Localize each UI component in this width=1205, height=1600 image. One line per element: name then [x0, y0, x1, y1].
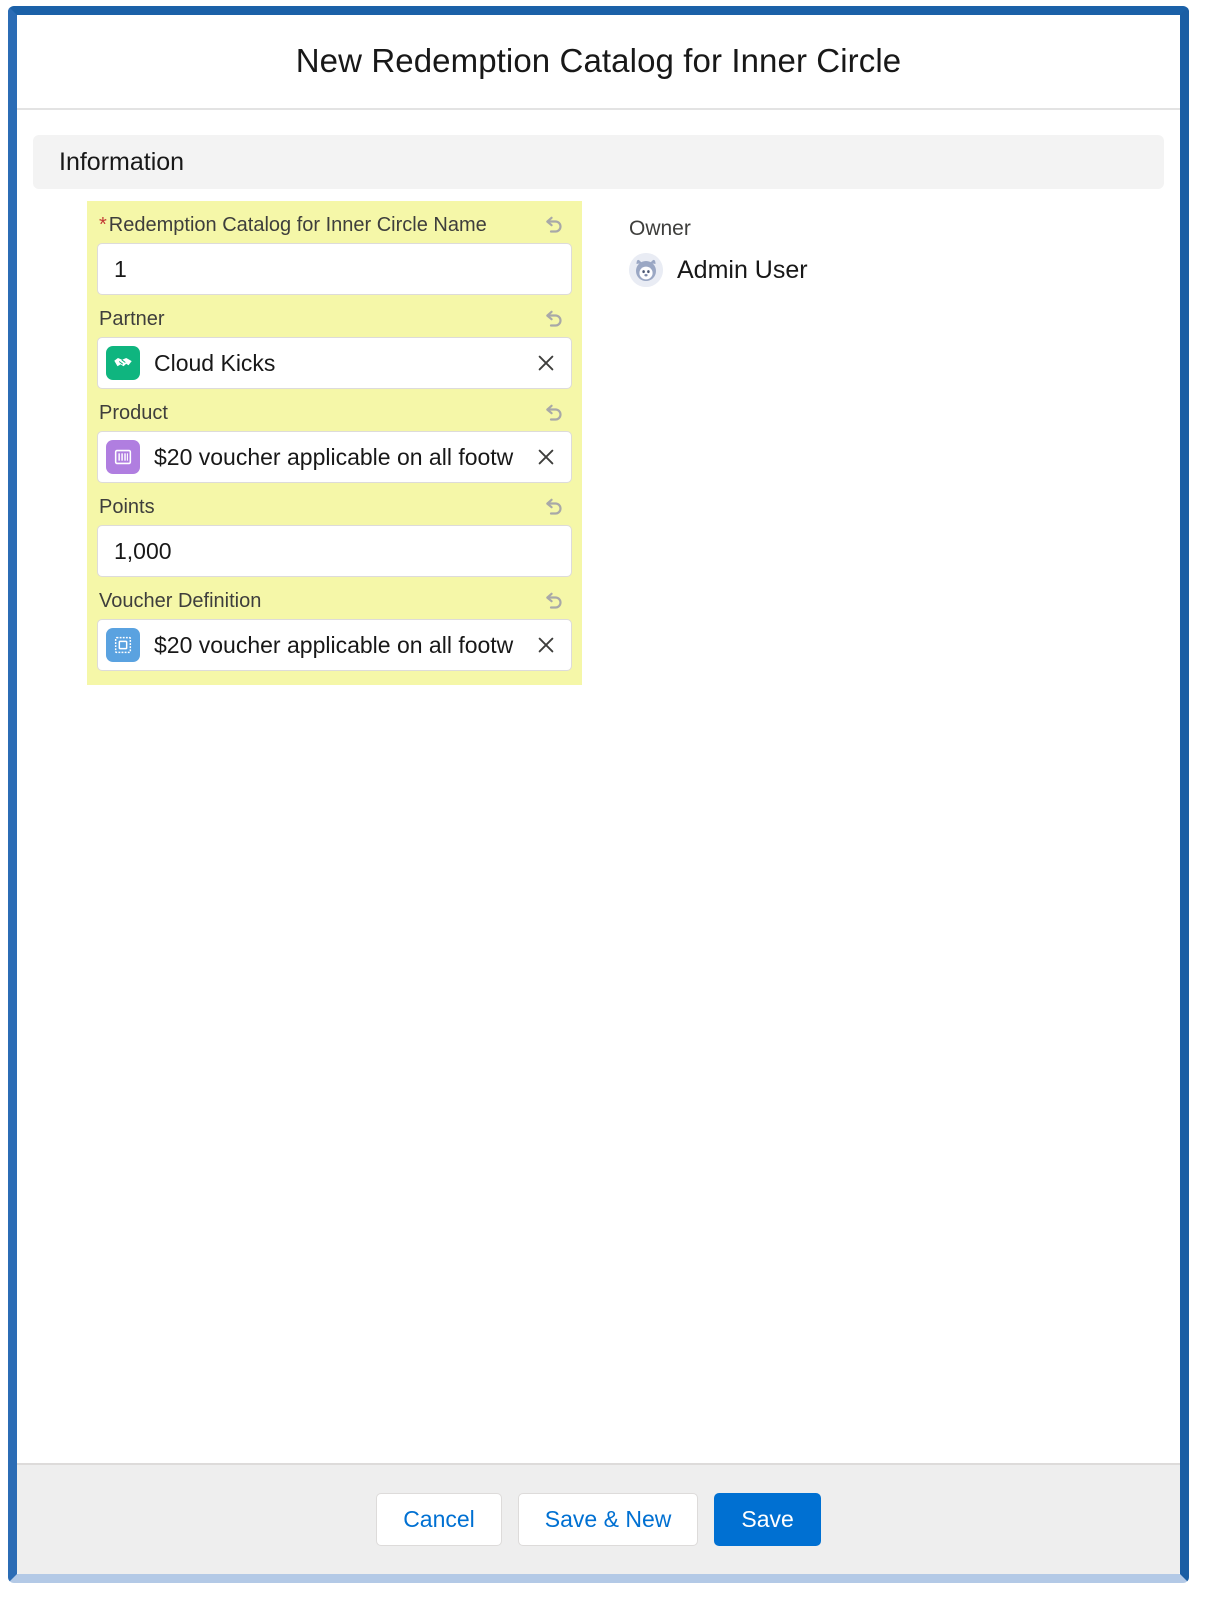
- field-label-product: Product: [99, 401, 168, 424]
- field-product: Product $20 voucher applicable on all fo…: [97, 401, 572, 483]
- field-voucher-definition: Voucher Definition $20 voucher applicabl…: [97, 589, 572, 671]
- lookup-voucher-definition-value: $20 voucher applicable on all footw: [154, 631, 514, 658]
- default-user-avatar-icon: [629, 253, 663, 287]
- field-label-catalog-name: * Redemption Catalog for Inner Circle Nam…: [99, 214, 487, 237]
- undo-arrow-icon[interactable]: [540, 306, 566, 332]
- save-and-new-button[interactable]: Save & New: [517, 1493, 699, 1546]
- lookup-product[interactable]: $20 voucher applicable on all footw: [97, 431, 572, 483]
- field-label-row: Points: [97, 495, 572, 525]
- undo-arrow-icon[interactable]: [540, 212, 566, 238]
- modal-footer: Cancel Save & New Save: [17, 1463, 1180, 1574]
- save-button[interactable]: Save: [714, 1493, 821, 1546]
- modal-body: Information * Redemption Catalog for Inne…: [17, 112, 1180, 1463]
- section-header-information: Information: [33, 135, 1164, 189]
- field-label-owner: Owner: [629, 217, 691, 240]
- required-asterisk: *: [99, 213, 107, 236]
- undo-arrow-icon[interactable]: [540, 400, 566, 426]
- field-label-row: Voucher Definition: [97, 589, 572, 619]
- field-label-partner: Partner: [99, 307, 165, 330]
- field-label-row: Partner: [97, 307, 572, 337]
- voucher-stamp-icon: [106, 628, 140, 662]
- close-x-icon[interactable]: [531, 348, 561, 378]
- modal-title: New Redemption Catalog for Inner Circle: [295, 42, 902, 80]
- lookup-partner[interactable]: Cloud Kicks: [97, 337, 572, 389]
- field-label-voucher-definition: Voucher Definition: [99, 589, 262, 612]
- product-barcode-icon: [106, 440, 140, 474]
- field-partner: Partner Cloud Kicks: [97, 307, 572, 389]
- modal-header: New Redemption Catalog for Inner Circle: [17, 15, 1180, 110]
- form-column-left: * Redemption Catalog for Inner Circle Nam…: [17, 201, 587, 685]
- input-points[interactable]: 1,000: [97, 525, 572, 577]
- field-label-text: Redemption Catalog for Inner Circle Name: [108, 213, 487, 236]
- lookup-voucher-definition[interactable]: $20 voucher applicable on all footw: [97, 619, 572, 671]
- close-x-icon[interactable]: [531, 630, 561, 660]
- section-title: Information: [59, 147, 185, 176]
- form-column-right: Owner Admin User: [587, 201, 1180, 685]
- input-catalog-name-value: 1: [114, 255, 127, 282]
- field-label-points: Points: [99, 495, 155, 518]
- modal-inner: New Redemption Catalog for Inner Circle …: [17, 15, 1180, 1574]
- partner-handshake-icon: [106, 346, 140, 380]
- field-owner-value: Admin User: [629, 253, 1180, 287]
- modified-fields-group: * Redemption Catalog for Inner Circle Nam…: [87, 201, 582, 685]
- field-label-row: * Redemption Catalog for Inner Circle Nam…: [97, 213, 572, 243]
- undo-arrow-icon[interactable]: [540, 588, 566, 614]
- owner-name: Admin User: [677, 255, 808, 284]
- field-points: Points 1,000: [97, 495, 572, 577]
- lookup-product-value: $20 voucher applicable on all footw: [154, 443, 514, 470]
- modal-dialog: New Redemption Catalog for Inner Circle …: [8, 6, 1189, 1583]
- input-points-value: 1,000: [114, 537, 172, 564]
- field-catalog-name: * Redemption Catalog for Inner Circle Nam…: [97, 213, 572, 295]
- close-x-icon[interactable]: [531, 442, 561, 472]
- cancel-button[interactable]: Cancel: [376, 1493, 502, 1546]
- form-columns: * Redemption Catalog for Inner Circle Nam…: [17, 201, 1180, 685]
- undo-arrow-icon[interactable]: [540, 494, 566, 520]
- field-label-row: Product: [97, 401, 572, 431]
- lookup-partner-value: Cloud Kicks: [154, 349, 276, 376]
- input-catalog-name[interactable]: 1: [97, 243, 572, 295]
